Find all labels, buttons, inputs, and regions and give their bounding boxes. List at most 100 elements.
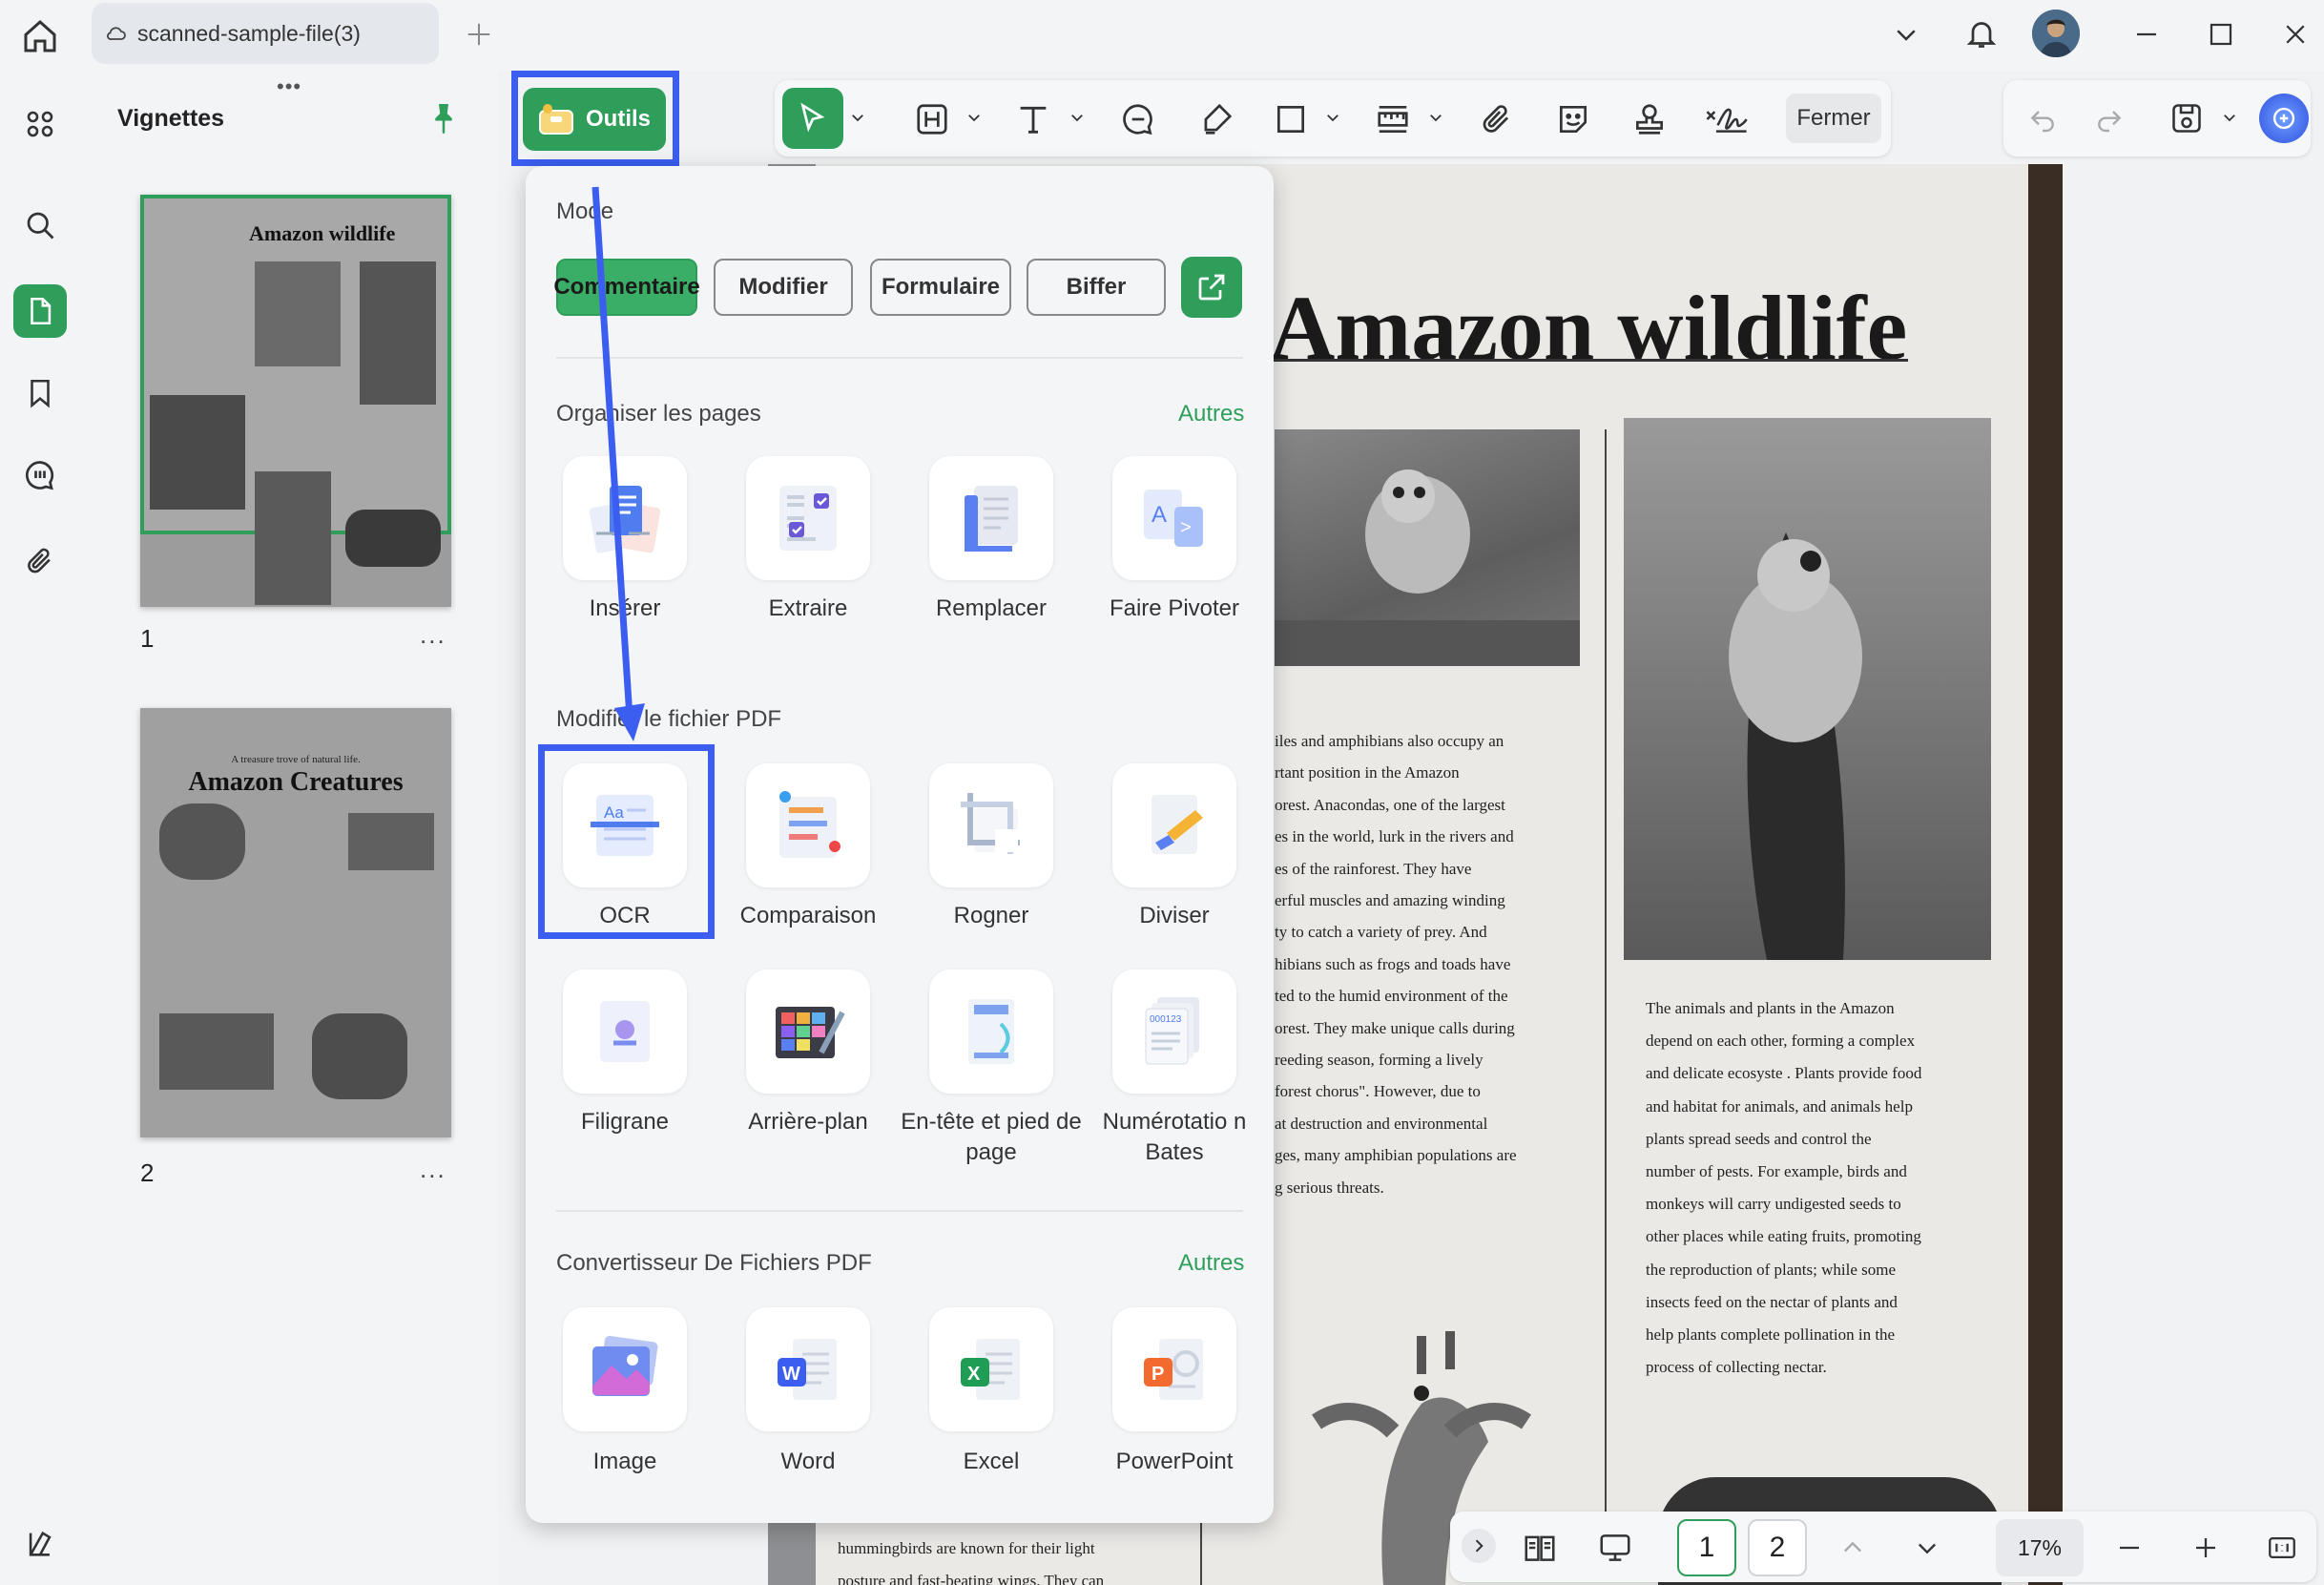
background-tool[interactable] [746,970,870,1094]
svg-text:W: W [782,1364,800,1385]
avatar[interactable] [2032,10,2080,57]
maximize-icon[interactable] [2202,15,2240,53]
zoom-level[interactable]: 17% [1996,1519,2084,1576]
stamp-icon[interactable] [1626,95,1673,143]
search-icon[interactable] [13,198,67,252]
comment-icon[interactable] [1114,95,1162,143]
mode-edit-button[interactable]: Modifier [714,259,853,316]
chevron-down-icon[interactable] [1887,15,1925,53]
convert-word-tool[interactable]: W [746,1307,870,1431]
zoom-out-icon[interactable] [2108,1527,2150,1569]
bottom-line: hummingbirds are known for their light [838,1539,1095,1557]
right-column-text: The animals and plants in the Amazon dep… [1646,992,2027,1384]
powerpoint-icon: P [1144,1339,1203,1400]
panel-toggle-icon[interactable] [13,1517,67,1571]
save-icon[interactable] [2164,95,2210,141]
convert-powerpoint-label: PowerPoint [1115,1449,1234,1474]
chevron-down-icon[interactable] [847,103,868,132]
pin-icon[interactable] [429,101,458,136]
heading-icon[interactable] [908,95,956,143]
grid-icon[interactable] [13,97,67,151]
new-tab-plus-icon[interactable] [460,13,498,55]
close-window-icon[interactable] [2276,15,2314,53]
header-footer-icon [968,999,1014,1064]
tools-highlight-box [511,71,679,166]
split-tool[interactable] [1112,763,1236,887]
drag-handle[interactable]: ••• [277,74,301,99]
chevron-down-icon[interactable] [2219,103,2240,132]
chevron-down-icon[interactable] [1906,1527,1948,1569]
chevron-down-icon[interactable] [1067,103,1088,132]
chevron-down-icon[interactable] [1425,103,1446,132]
left-column-line: erful muscles and amazing winding [1275,891,1505,910]
actual-size-icon[interactable] [2261,1527,2303,1569]
convert-excel-tool[interactable]: X [929,1307,1053,1431]
presentation-icon[interactable] [1591,1525,1639,1571]
bottom-text: hummingbirds are known for their light p… [838,1533,1152,1585]
attachment-icon[interactable] [1473,95,1521,143]
compare-tool[interactable] [746,763,870,887]
comments-icon[interactable] [13,448,67,502]
page-2-more-button[interactable]: ... [420,1155,446,1184]
ocr-highlight-box [538,744,715,939]
minimize-icon[interactable] [2127,15,2166,53]
measure-icon[interactable] [1368,95,1418,143]
panel-title: Vignettes [117,105,225,132]
text-icon[interactable] [1009,95,1057,143]
select-tool-button[interactable] [782,88,843,149]
rotate-tool[interactable]: A > [1112,456,1236,580]
bates-numbering-tool[interactable]: 000123 [1112,970,1236,1094]
open-external-button[interactable] [1181,257,1242,318]
bookmark-icon[interactable] [13,366,67,420]
crop-tool[interactable] [929,763,1053,887]
extract-tool[interactable] [746,456,870,580]
background-icon [776,1007,845,1058]
page-1-more-button[interactable]: ... [420,620,446,650]
left-column-text: iles and amphibians also occupy an rtant… [1275,725,1599,1203]
document-edge [2028,164,2063,1585]
mode-form-button[interactable]: Formulaire [870,259,1011,316]
signature-icon[interactable] [1700,95,1753,143]
convert-powerpoint-tool[interactable]: P [1112,1307,1236,1431]
crop-label: Rogner [953,903,1029,928]
bell-icon[interactable] [1960,11,2003,55]
attachment-icon[interactable] [13,534,67,588]
replace-tool[interactable] [929,456,1053,580]
page-thumbnail-2[interactable]: A treasure trove of natural life. Amazon… [140,708,451,1137]
background-label: Arrière-plan [748,1109,868,1135]
left-column-line: hibians such as frogs and toads have [1275,954,1511,973]
convert-more-link[interactable]: Autres [1178,1250,1244,1277]
close-button[interactable]: Fermer [1786,94,1881,143]
header-footer-tool[interactable] [929,970,1053,1094]
right-column-line: other places while eating fruits, promot… [1646,1227,1921,1246]
page-2-button[interactable]: 2 [1748,1519,1807,1576]
page-1-button[interactable]: 1 [1677,1519,1736,1576]
highlighter-icon[interactable] [1193,95,1240,143]
two-page-view-icon[interactable] [1517,1525,1563,1571]
ai-assistant-icon[interactable] [2259,94,2309,143]
right-column-line: insects feed on the nectar of plants and [1646,1292,1898,1311]
split-icon [1152,795,1203,854]
home-icon[interactable] [17,13,63,59]
document-tab[interactable]: scanned-sample-file(3) [92,3,439,64]
watermark-tool[interactable] [563,970,687,1094]
convert-section-title: Convertisseur De Fichiers PDF [556,1250,872,1276]
chevron-down-icon[interactable] [964,103,985,132]
rectangle-icon[interactable] [1267,95,1315,143]
sticker-icon[interactable] [1549,95,1597,143]
svg-text:P: P [1152,1364,1164,1385]
undo-icon[interactable] [2021,97,2065,141]
chevron-up-icon[interactable] [1832,1527,1874,1569]
page-thumbnail-1[interactable]: Amazon wildlife [140,195,451,607]
chevron-right-icon[interactable] [1462,1529,1496,1563]
zoom-in-icon[interactable] [2185,1527,2227,1569]
left-column-line: orest. Anacondas, one of the largest [1275,795,1505,814]
organize-more-link[interactable]: Autres [1178,401,1244,428]
mode-redact-button[interactable]: Biffer [1027,259,1166,316]
chevron-down-icon[interactable] [1322,103,1343,132]
pages-icon[interactable] [13,284,67,338]
thumbnail-subtitle: A treasure trove of natural life. [231,754,361,765]
frog-photo [1624,418,1991,960]
redo-icon[interactable] [2087,97,2131,141]
convert-image-tool[interactable] [563,1307,687,1431]
